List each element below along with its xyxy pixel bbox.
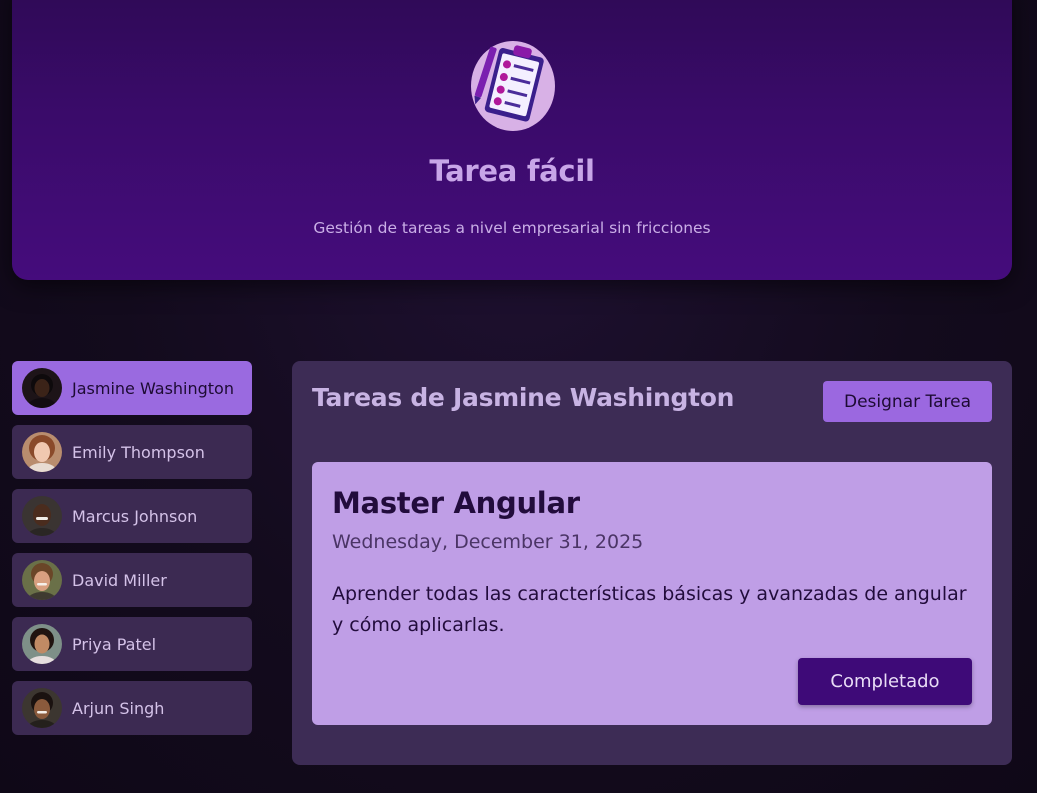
task-title: Master Angular xyxy=(332,486,580,520)
user-name: Jasmine Washington xyxy=(72,378,234,398)
app-header: Tarea fácil Gestión de tareas a nivel em… xyxy=(12,0,1012,280)
user-name: Emily Thompson xyxy=(72,442,205,462)
task-date: Wednesday, December 31, 2025 xyxy=(332,531,644,553)
complete-button[interactable]: Completado xyxy=(798,658,972,705)
clipboard-checklist-icon xyxy=(471,41,555,131)
avatar xyxy=(22,368,62,408)
task-description: Aprender todas las características básic… xyxy=(332,583,967,636)
user-name: Marcus Johnson xyxy=(72,506,198,526)
user-item-arjun-singh[interactable]: Arjun Singh xyxy=(12,681,252,735)
assign-task-button[interactable]: Designar Tarea xyxy=(823,381,992,422)
task-card: Master Angular Wednesday, December 31, 2… xyxy=(312,462,992,725)
user-name: David Miller xyxy=(72,570,167,590)
avatar xyxy=(22,432,62,472)
user-list: Jasmine Washington Emily Thompson Marcus… xyxy=(12,361,252,745)
tasks-title: Tareas de Jasmine Washington xyxy=(312,383,735,412)
user-item-emily-thompson[interactable]: Emily Thompson xyxy=(12,425,252,479)
avatar xyxy=(22,496,62,536)
app-subtitle: Gestión de tareas a nivel empresarial si… xyxy=(313,219,711,237)
user-item-marcus-johnson[interactable]: Marcus Johnson xyxy=(12,489,252,543)
user-item-jasmine-washington[interactable]: Jasmine Washington xyxy=(12,361,252,415)
avatar xyxy=(22,688,62,728)
user-name: Arjun Singh xyxy=(72,698,165,718)
avatar xyxy=(22,624,62,664)
user-item-david-miller[interactable]: David Miller xyxy=(12,553,252,607)
avatar xyxy=(22,560,62,600)
user-name: Priya Patel xyxy=(72,634,157,654)
tasks-panel: Tareas de Jasmine Washington Designar Ta… xyxy=(292,361,1012,765)
user-item-priya-patel[interactable]: Priya Patel xyxy=(12,617,252,671)
app-title: Tarea fácil xyxy=(429,154,595,188)
